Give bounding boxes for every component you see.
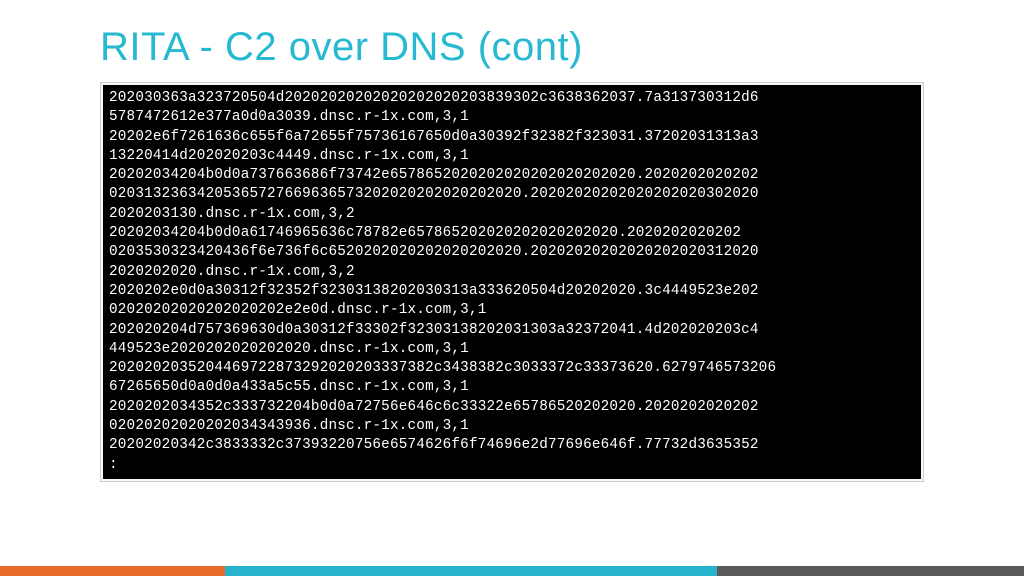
slide: RITA - C2 over DNS (cont) 202030363a3237… (0, 0, 1024, 576)
footer-bar-segment-teal (225, 566, 717, 576)
footer-bar-segment-gray (717, 566, 1024, 576)
footer-bar-segment-orange (0, 566, 225, 576)
slide-title: RITA - C2 over DNS (cont) (0, 0, 1024, 82)
terminal-output: 202030363a323720504d20202020202020202020… (103, 85, 921, 479)
terminal-container: 202030363a323720504d20202020202020202020… (100, 82, 924, 482)
footer-accent-bar (0, 566, 1024, 576)
